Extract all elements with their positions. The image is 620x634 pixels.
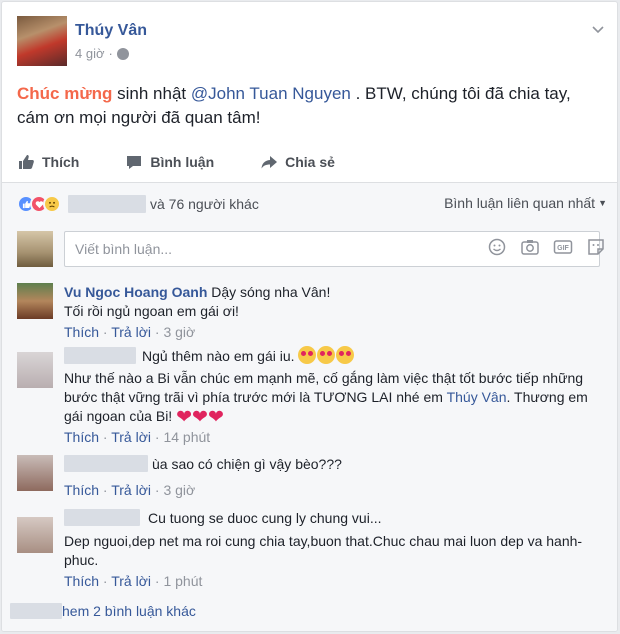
comment-reply-link[interactable]: Trả lời — [111, 429, 151, 445]
comment-body: ùa sao có chiện gì vậy bèo??? Thích · Tr… — [64, 455, 604, 500]
comment-actions: Thích · Trả lời · 3 giờ — [64, 324, 196, 340]
post-actions: Thích Bình luận Chia sẻ — [17, 145, 607, 179]
heart-emoji-icon: ❤ — [192, 407, 208, 428]
caret-down-icon: ▼ — [598, 198, 607, 208]
more-comments-label: hem 2 bình luận khác — [62, 603, 196, 619]
heart-eyes-emoji-icon — [317, 346, 336, 364]
author-avatar[interactable] — [17, 16, 67, 66]
comment-like-link[interactable]: Thích — [64, 429, 99, 445]
heart-emoji-icon: ❤ — [207, 407, 224, 428]
chevron-down-icon[interactable] — [591, 22, 605, 36]
comment-actions: Thích · Trả lời · 3 giờ — [64, 482, 196, 498]
reaction-others-text[interactable]: và 76 người khác — [150, 196, 259, 212]
commenter-avatar[interactable] — [17, 283, 53, 319]
commenter-name[interactable]: Vu Ngoc Hoang Oanh — [64, 284, 207, 300]
comment-reply-link[interactable]: Trả lời — [111, 573, 151, 589]
commenter-name-blurred[interactable] — [64, 509, 140, 526]
comment-reply-link[interactable]: Trả lời — [111, 482, 151, 498]
comment-text: Ngủ thêm nào em gái iu. — [142, 348, 295, 364]
more-comments-link[interactable]: hem 2 bình luận khác — [10, 603, 196, 619]
svg-text:GIF: GIF — [557, 245, 569, 252]
thumbs-up-icon — [19, 155, 34, 169]
gif-icon[interactable]: GIF — [553, 238, 573, 256]
post-mention[interactable]: @John Tuan Nguyen — [191, 84, 351, 103]
composer-icons: GIF — [487, 238, 606, 256]
comment-text: Tối rồi ngủ ngoan em gái ơi! — [64, 303, 239, 319]
comment-like-link[interactable]: Thích — [64, 324, 99, 340]
comment-actions: Thích · Trả lời · 1 phút — [64, 573, 203, 589]
comment-button[interactable]: Bình luận — [125, 153, 214, 171]
comment-time[interactable]: 3 giờ — [163, 324, 195, 340]
comment-label: Bình luận — [150, 154, 215, 170]
comment-text: ùa sao có chiện gì vậy bèo??? — [152, 456, 342, 472]
author-name[interactable]: Thúy Vân — [75, 22, 147, 40]
globe-icon[interactable] — [116, 47, 129, 60]
emoji-icon[interactable] — [487, 238, 507, 256]
reactors-name-blurred[interactable] — [68, 195, 146, 213]
comment-text: Dep nguoi,dep net ma roi cung chia tay,b… — [64, 533, 583, 568]
sort-label: Bình luận liên quan nhất — [444, 195, 596, 211]
comment-time[interactable]: 14 phút — [163, 429, 210, 445]
comment-body: Ngủ thêm nào em gái iu. Như thế nào a Bi… — [64, 346, 604, 447]
post-text: Chúc mừng sinh nhật @John Tuan Nguyen . … — [17, 82, 607, 130]
comments-area: và 76 người khác Bình luận liên quan nhấ… — [2, 183, 617, 631]
comment-icon — [127, 156, 142, 169]
comment-body: Cu tuong se duoc cung ly chung vui... De… — [64, 509, 604, 591]
share-icon — [261, 156, 278, 169]
post-card: Thúy Vân 4 giờ · Chúc mừng sinh nhật @Jo… — [1, 1, 618, 632]
commenter-name-blurred[interactable] — [64, 347, 136, 364]
sticker-icon[interactable] — [586, 238, 606, 256]
reactions-row: và 76 người khác Bình luận liên quan nhấ… — [17, 193, 607, 215]
share-button[interactable]: Chia sẻ — [260, 153, 335, 171]
comment-like-link[interactable]: Thích — [64, 573, 99, 589]
like-label: Thích — [42, 154, 80, 170]
heart-eyes-emoji-icon — [336, 346, 355, 364]
post-meta: 4 giờ · — [75, 46, 129, 61]
commenter-avatar-blurred[interactable] — [17, 352, 53, 388]
commenter-avatar-blurred[interactable] — [17, 455, 53, 491]
share-label: Chia sẻ — [285, 154, 335, 170]
post-text-part1: sinh nhật — [112, 84, 191, 103]
comment-time[interactable]: 1 phút — [163, 573, 202, 589]
sad-reaction-icon[interactable] — [43, 195, 61, 213]
comment-reply-link[interactable]: Trả lời — [111, 324, 151, 340]
post-text-highlight: Chúc mừng — [17, 84, 113, 103]
heart-emoji-icon: ❤ — [176, 407, 193, 428]
commenter-avatar-blurred[interactable] — [17, 517, 53, 553]
more-comments-blurred — [10, 603, 62, 619]
comment-composer: Viết bình luận... GIF — [17, 229, 607, 269]
like-button[interactable]: Thích — [17, 153, 79, 171]
comment-mention[interactable]: Thúy Vân — [447, 389, 507, 405]
comment-sort-dropdown[interactable]: Bình luận liên quan nhất ▼ — [444, 195, 607, 211]
comment-like-link[interactable]: Thích — [64, 482, 99, 498]
comment-body: Vu Ngoc Hoang Oanh Dậy sóng nha Vân! Tối… — [64, 283, 604, 342]
comment-text: Dậy sóng nha Vân! — [207, 284, 331, 300]
post-time[interactable]: 4 giờ — [75, 46, 105, 61]
post-header: Thúy Vân 4 giờ · — [17, 16, 607, 68]
current-user-avatar — [17, 231, 53, 267]
comment-text: Cu tuong se duoc cung ly chung vui... — [148, 510, 382, 526]
commenter-name-blurred[interactable] — [64, 455, 148, 472]
camera-icon[interactable] — [520, 238, 540, 256]
comment-actions: Thích · Trả lời · 14 phút — [64, 429, 211, 445]
heart-eyes-emoji-icon — [298, 346, 317, 364]
comment-time[interactable]: 3 giờ — [163, 482, 195, 498]
